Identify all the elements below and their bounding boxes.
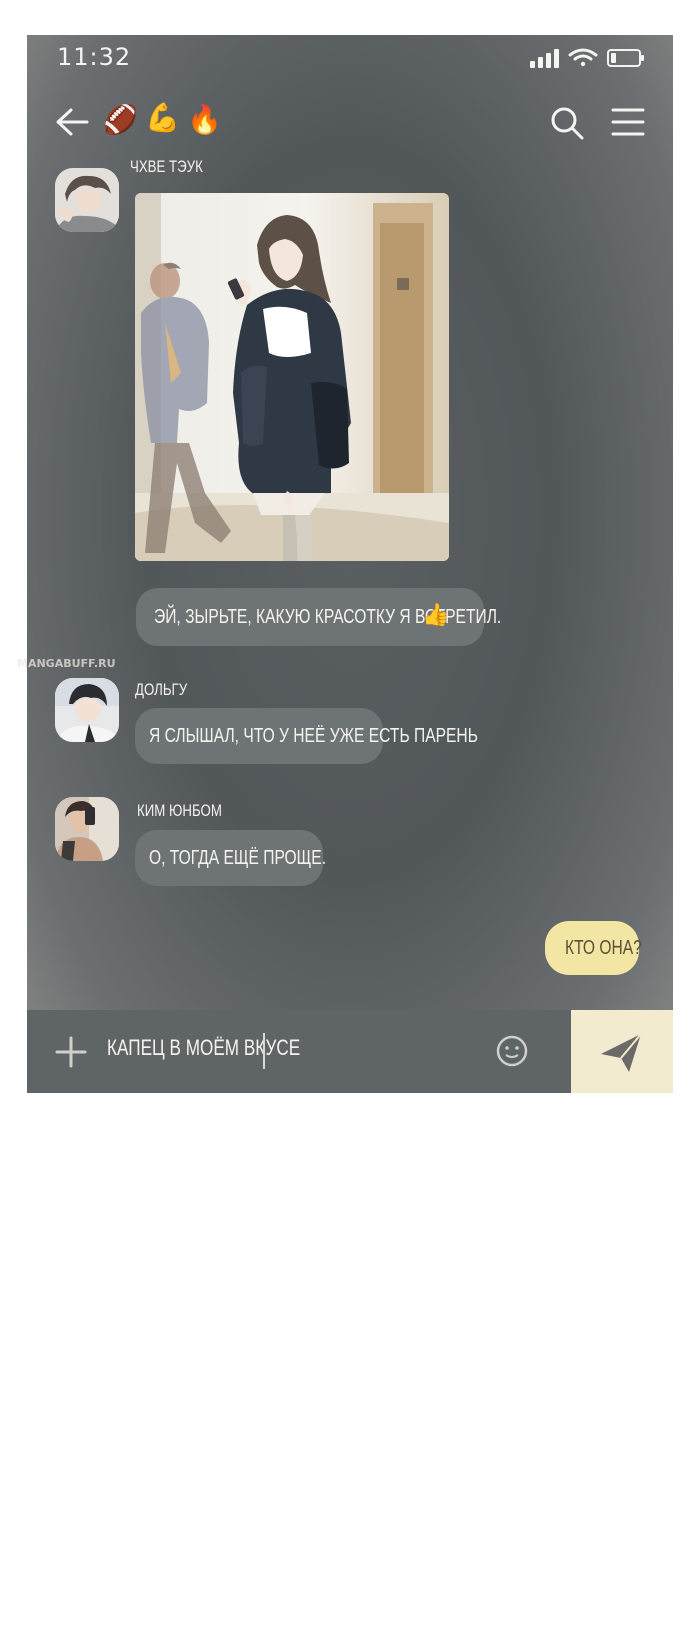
watermark: MANGABUFF.RU — [17, 657, 120, 687]
signal-icon — [530, 49, 559, 68]
my-message-bubble[interactable]: КТО ОНА? — [545, 921, 642, 975]
message-bubble[interactable]: Я СЛЫШАЛ, ЧТО У НЕЁ УЖЕ ЕСТЬ ПАРЕНЬ — [135, 708, 478, 764]
send-button[interactable] — [571, 1010, 673, 1093]
status-icons — [530, 48, 644, 68]
avatar-image — [55, 168, 119, 232]
avatar-dolgu[interactable] — [55, 678, 119, 742]
sender-name: ЧХВЕ ТЭУК — [130, 157, 203, 176]
message-text: О, ТОГДА ЕЩЁ ПРОЩЕ. — [149, 846, 327, 869]
back-arrow-icon[interactable] — [55, 107, 89, 137]
photo-girl-with-phone-image — [135, 193, 449, 561]
status-time: 11:32 — [57, 43, 132, 71]
football-emoji: 🏈 — [103, 103, 138, 136]
sender-name: ДОЛЬГУ — [135, 680, 188, 699]
emoji-smiley-icon[interactable] — [495, 1034, 529, 1068]
watermark-text: MANGABUFF.RU — [17, 657, 116, 670]
message-text: Я СЛЫШАЛ, ЧТО У НЕЁ УЖЕ ЕСТЬ ПАРЕНЬ — [149, 724, 478, 747]
avatar-image — [55, 678, 119, 742]
search-icon[interactable] — [549, 105, 585, 141]
send-paper-plane-icon — [601, 1033, 642, 1072]
message-bubble[interactable]: ЭЙ, ЗЫРЬТЕ, КАКУЮ КРАСОТКУ Я ВСТРЕТИЛ. 👍 — [136, 588, 501, 646]
thumbs-up-emoji: 👍 — [422, 602, 450, 627]
message-input-bar: КАПЕЦ В МОЁМ ВКУСЕ — [27, 1010, 673, 1093]
status-bar: 11:32 — [27, 35, 673, 85]
message-text: КТО ОНА? — [565, 936, 642, 959]
message-input[interactable]: КАПЕЦ В МОЁМ ВКУСЕ — [107, 1035, 300, 1061]
battery-icon — [607, 49, 644, 67]
avatar-choi-taeuk[interactable] — [55, 168, 119, 232]
chat-header: 🏈 💪 🔥 — [27, 97, 673, 157]
text-caret — [263, 1033, 265, 1069]
shared-photo[interactable] — [135, 193, 449, 561]
avatar-kim-yunbom[interactable] — [55, 797, 119, 861]
sender-name: КИМ ЮНБОМ — [137, 801, 222, 820]
flexed-biceps-emoji: 💪 — [145, 101, 180, 134]
avatar-image — [55, 797, 119, 861]
message-bubble[interactable]: О, ТОГДА ЕЩЁ ПРОЩЕ. — [135, 830, 327, 886]
plus-icon[interactable] — [55, 1036, 87, 1068]
fire-emoji: 🔥 — [187, 103, 222, 136]
menu-icon[interactable] — [611, 107, 645, 137]
chat-screen: 11:32 🏈 💪 🔥 ЧХВЕ ТЭУК ЭЙ, ЗЫРЬТЕ, КАКУЮ … — [27, 35, 673, 1093]
wifi-icon — [568, 48, 598, 67]
